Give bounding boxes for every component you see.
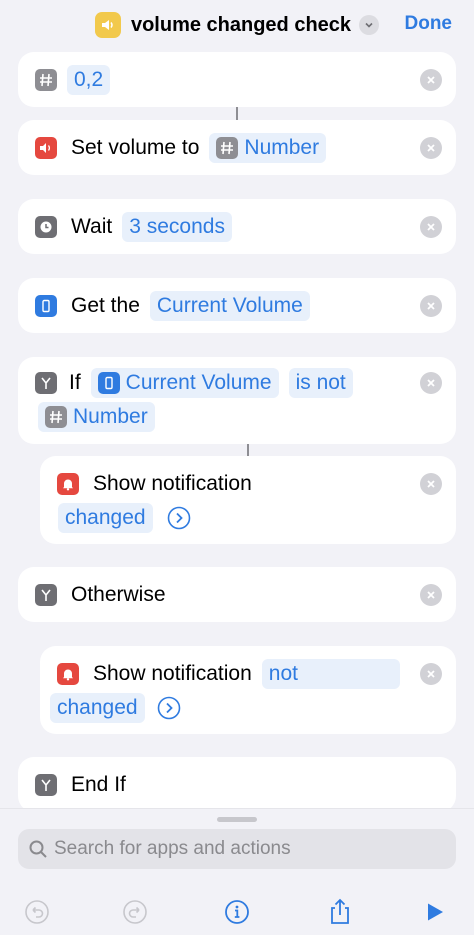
hash-icon [216,137,239,159]
notification-bell-icon [57,473,79,495]
number-variable-token[interactable]: Number [209,133,327,163]
action-label: Set volume to [71,136,200,159]
share-icon[interactable] [325,897,355,927]
hash-icon [35,69,57,91]
action-label: End If [71,773,126,796]
chevron-down-icon[interactable] [359,15,380,35]
notification-text-token[interactable]: changed [58,503,153,533]
speaker-icon[interactable] [94,12,121,38]
search-icon [28,839,48,859]
set-volume-action[interactable]: Set volume to Number [18,120,456,175]
search-placeholder: Search for apps and actions [54,838,291,859]
branch-icon [35,372,57,394]
number-variable-token[interactable]: Number [38,402,155,432]
otherwise-action[interactable]: Otherwise [18,567,456,622]
get-volume-action[interactable]: Get the Current Volume [18,278,456,333]
header: volume changed check Done [0,0,474,50]
condition-token[interactable]: is not [288,368,353,398]
branch-icon [35,584,57,606]
close-icon[interactable] [420,473,442,495]
action-label: Wait [71,215,113,238]
play-icon[interactable] [420,897,450,927]
number-value[interactable]: 0,2 [67,65,111,95]
show-notification-action[interactable]: Show notification not changed [40,646,456,734]
current-volume-token[interactable]: Current Volume [90,368,279,398]
connector-line [236,107,238,121]
device-icon [35,295,57,317]
speaker-icon [35,137,57,159]
search-field[interactable]: Search for apps and actions [18,829,456,869]
close-icon[interactable] [420,584,442,606]
current-volume-token[interactable]: Current Volume [149,291,310,321]
close-icon[interactable] [420,295,442,317]
hash-icon [45,406,67,428]
close-icon[interactable] [420,372,442,394]
branch-icon [35,774,57,796]
show-notification-action[interactable]: Show notification changed [40,456,456,544]
duration-token[interactable]: 3 seconds [122,212,232,242]
info-icon[interactable] [222,897,252,927]
action-label: If [69,371,81,394]
redo-icon[interactable] [120,897,150,927]
close-icon[interactable] [420,216,442,238]
if-action[interactable]: If Current Volume is not Number [18,357,456,444]
token-label: Number [73,405,148,428]
token-label: Current Volume [125,371,272,394]
undo-icon[interactable] [22,897,52,927]
device-icon [97,372,120,394]
close-icon[interactable] [420,137,442,159]
action-search-sheet: Search for apps and actions [0,808,474,935]
connector-line [247,444,249,456]
token-label: Number [244,136,320,159]
action-label: Otherwise [71,583,166,606]
notification-text-token[interactable]: changed [50,693,145,723]
action-label: Show notification [93,472,252,495]
clock-icon [35,216,57,238]
shortcut-title[interactable]: volume changed check [131,14,351,37]
bottom-toolbar [0,887,474,935]
close-icon[interactable] [420,69,442,91]
action-label: Get the [71,294,140,317]
expand-chevron-icon[interactable] [157,696,181,720]
action-label: Show notification [93,662,252,685]
end-if-action[interactable]: End If [18,757,456,812]
done-button[interactable]: Done [405,13,453,35]
notification-bell-icon [57,663,79,685]
expand-chevron-icon[interactable] [167,506,191,530]
sheet-grabber[interactable] [217,817,257,822]
notification-text-token[interactable]: not [261,659,400,689]
number-action[interactable]: 0,2 [18,52,456,107]
wait-action[interactable]: Wait 3 seconds [18,199,456,254]
close-icon[interactable] [420,663,442,685]
